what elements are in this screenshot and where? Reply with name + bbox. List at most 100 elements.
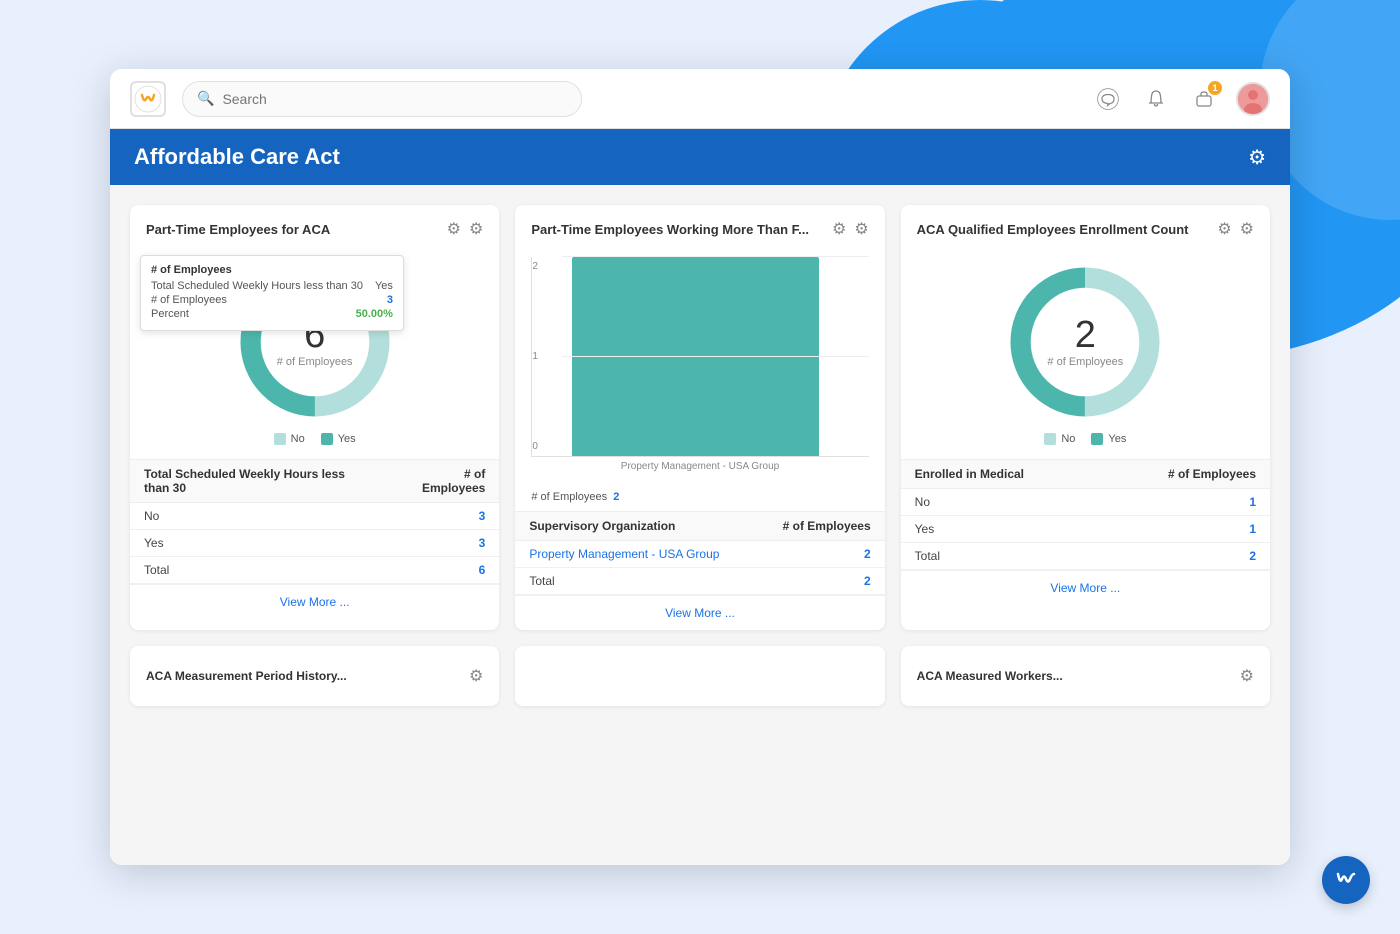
settings-icon-2[interactable]: ⚙	[854, 219, 868, 239]
header-gear-icon[interactable]: ⚙	[1248, 145, 1266, 170]
card3-th-2: # of Employees	[1101, 460, 1270, 489]
page-title: Affordable Care Act	[134, 144, 340, 170]
tooltip-row-1: Total Scheduled Weekly Hours less than 3…	[151, 280, 393, 292]
card1-view-more[interactable]: View More ...	[130, 584, 499, 619]
card3-row2-col1: Yes	[901, 516, 1101, 543]
y-axis: 0 1 2	[532, 257, 538, 456]
bell-icon[interactable]	[1140, 83, 1172, 115]
filter-icon[interactable]: ⚙	[447, 219, 461, 239]
settings-icon[interactable]: ⚙	[469, 219, 483, 239]
card3-row3-col2: 2	[1101, 543, 1270, 570]
bottom-cards-row: ACA Measurement Period History... ⚙ ACA …	[130, 646, 1270, 706]
legend3-yes-label: Yes	[1108, 433, 1126, 445]
card2-row2-col2: 2	[756, 568, 884, 595]
bar-count-label: # of Employees 2	[515, 487, 884, 511]
bottom-card-3-gear[interactable]: ⚙	[1240, 666, 1254, 686]
card3-th-1: Enrolled in Medical	[901, 460, 1101, 489]
top-icons: 1	[1092, 82, 1270, 116]
filter-icon-2[interactable]: ⚙	[832, 219, 846, 239]
card2-table: Supervisory Organization # of Employees …	[515, 511, 884, 595]
card1-table: Total Scheduled Weekly Hours less than 3…	[130, 459, 499, 584]
cards-row: Part-Time Employees for ACA ⚙ ⚙ # of Emp…	[130, 205, 1270, 630]
message-icon[interactable]	[1092, 83, 1124, 115]
card3-row2-col2: 1	[1101, 516, 1270, 543]
bar-chart-inner: 0 1 2	[531, 257, 868, 457]
legend3-yes: Yes	[1091, 433, 1126, 445]
card3-donut-area: 2 # of Employees No Yes	[901, 247, 1270, 459]
card3-table: Enrolled in Medical # of Employees No 1 …	[901, 459, 1270, 570]
table-row: Property Management - USA Group 2	[515, 541, 884, 568]
bottom-card-3-title: ACA Measured Workers...	[917, 669, 1063, 683]
card2-row1-col1[interactable]: Property Management - USA Group	[515, 541, 756, 568]
filter-icon-3[interactable]: ⚙	[1217, 219, 1231, 239]
card1-th-1: Total Scheduled Weekly Hours less than 3…	[130, 460, 386, 503]
legend3-yes-dot	[1091, 433, 1103, 445]
workday-fab[interactable]	[1322, 856, 1370, 904]
card1-row2-col2: 3	[386, 530, 500, 557]
card1-row3-col1: Total	[130, 557, 386, 584]
y-label-2: 2	[532, 261, 538, 272]
search-bar[interactable]: 🔍	[182, 81, 582, 117]
y-label-1: 1	[532, 351, 538, 362]
card3-row1-col1: No	[901, 489, 1101, 516]
bar-property-mgmt[interactable]	[572, 257, 818, 456]
legend3-no-dot	[1044, 433, 1056, 445]
legend-no-dot	[274, 433, 286, 445]
table-row: Total 6	[130, 557, 499, 584]
bottom-card-3: ACA Measured Workers... ⚙	[901, 646, 1270, 706]
card-part-time-working: Part-Time Employees Working More Than F.…	[515, 205, 884, 630]
settings-icon-3[interactable]: ⚙	[1240, 219, 1254, 239]
card3-row3-col1: Total	[901, 543, 1101, 570]
top-bar: 🔍	[110, 69, 1290, 129]
tooltip-title: # of Employees	[151, 264, 393, 276]
briefcase-icon[interactable]: 1	[1188, 83, 1220, 115]
legend3-no: No	[1044, 433, 1075, 445]
card3-number: 2	[1047, 316, 1123, 354]
legend-no: No	[274, 433, 305, 445]
header-bar: Affordable Care Act ⚙	[110, 129, 1290, 185]
legend-no-label: No	[291, 433, 305, 445]
card1-row1-col2: 3	[386, 503, 500, 530]
card2-title: Part-Time Employees Working More Than F.…	[531, 222, 809, 237]
card2-chart: 0 1 2 Property Management - USA Group	[515, 247, 884, 487]
card1-th-2: # of Employees	[386, 460, 500, 503]
legend-yes-label: Yes	[338, 433, 356, 445]
card2-view-more[interactable]: View More ...	[515, 595, 884, 630]
card3-center: 2 # of Employees	[1047, 316, 1123, 368]
card2-th-1: Supervisory Organization	[515, 512, 756, 541]
card2-th-2: # of Employees	[756, 512, 884, 541]
card3-title: ACA Qualified Employees Enrollment Count	[917, 222, 1189, 237]
bar-x-label: Property Management - USA Group	[531, 461, 868, 472]
card1-icons: ⚙ ⚙	[447, 219, 484, 239]
card1-donut-label: # of Employees	[277, 356, 353, 368]
card3-legend: No Yes	[1044, 433, 1126, 445]
card1-legend: No Yes	[274, 433, 356, 445]
table-row: Yes 1	[901, 516, 1270, 543]
card2-header: Part-Time Employees Working More Than F.…	[515, 205, 884, 247]
card1-title: Part-Time Employees for ACA	[146, 222, 330, 237]
employees-label: # of Employees	[531, 491, 607, 503]
table-row: Total 2	[901, 543, 1270, 570]
card3-icons: ⚙ ⚙	[1217, 219, 1254, 239]
search-icon: 🔍	[197, 90, 214, 107]
legend3-no-label: No	[1061, 433, 1075, 445]
card1-row1-col1: No	[130, 503, 386, 530]
user-avatar[interactable]	[1236, 82, 1270, 116]
card1-row2-col1: Yes	[130, 530, 386, 557]
bottom-card-1-gear[interactable]: ⚙	[469, 666, 483, 686]
legend-yes: Yes	[321, 433, 356, 445]
workday-logo	[130, 81, 166, 117]
table-row: No 1	[901, 489, 1270, 516]
logo-area	[130, 81, 166, 117]
card3-view-more[interactable]: View More ...	[901, 570, 1270, 605]
card1-donut-area: # of Employees Total Scheduled Weekly Ho…	[130, 247, 499, 459]
bottom-card-2	[515, 646, 884, 706]
card1-tooltip: # of Employees Total Scheduled Weekly Ho…	[140, 255, 404, 331]
card3-row1-col2: 1	[1101, 489, 1270, 516]
tooltip-row-2: # of Employees 3	[151, 294, 393, 306]
search-input[interactable]	[222, 91, 567, 107]
y-label-0: 0	[532, 441, 538, 452]
bottom-card-1: ACA Measurement Period History... ⚙	[130, 646, 499, 706]
browser-window: 🔍	[110, 69, 1290, 865]
tooltip-row-3: Percent 50.00%	[151, 308, 393, 320]
